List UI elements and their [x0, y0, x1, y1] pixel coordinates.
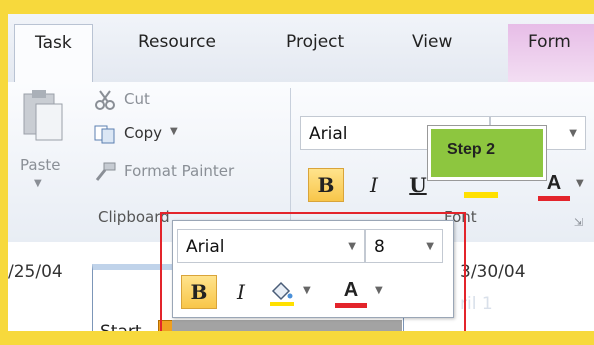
- scissors-icon: [95, 90, 115, 110]
- copy-button[interactable]: Copy: [124, 124, 162, 142]
- timeline-date-left: /25/04: [8, 262, 63, 282]
- paste-icon[interactable]: [18, 88, 66, 148]
- clipboard-group-label: Clipboard: [98, 208, 170, 226]
- bottom-border: [0, 331, 594, 345]
- copy-dropdown-icon[interactable]: ▼: [170, 126, 178, 137]
- timeline-date-right: 3/30/04: [460, 262, 526, 282]
- tab-format[interactable]: Form: [508, 24, 594, 84]
- chevron-down-icon: ▼: [569, 128, 577, 139]
- dialog-launcher-icon[interactable]: ⇲: [574, 216, 583, 229]
- step-callout: Step 2: [427, 125, 547, 181]
- italic-button[interactable]: I: [356, 168, 392, 202]
- font-color-dropdown-icon[interactable]: ▼: [576, 178, 584, 189]
- format-painter-icon: [95, 162, 116, 181]
- ribbon-tabs: Task Resource Project View Form: [8, 14, 594, 84]
- highlight-color-bar: [464, 192, 498, 198]
- copy-icon: [94, 125, 115, 144]
- paste-label[interactable]: Paste: [20, 156, 61, 174]
- font-name-value: Arial: [309, 124, 348, 144]
- tab-task[interactable]: Task: [14, 24, 93, 83]
- font-color-bar: [538, 196, 570, 201]
- highlight-frame: [160, 212, 466, 340]
- paste-dropdown-icon[interactable]: ▼: [34, 178, 42, 189]
- tab-view[interactable]: View: [412, 32, 452, 52]
- cut-button[interactable]: Cut: [124, 90, 150, 108]
- tab-project[interactable]: Project: [286, 32, 344, 52]
- bold-button[interactable]: B: [308, 168, 344, 202]
- app-frame: Task Resource Project View Form Paste ▼ …: [8, 14, 594, 345]
- format-painter-button[interactable]: Format Painter: [124, 162, 234, 180]
- tab-resource[interactable]: Resource: [138, 32, 216, 52]
